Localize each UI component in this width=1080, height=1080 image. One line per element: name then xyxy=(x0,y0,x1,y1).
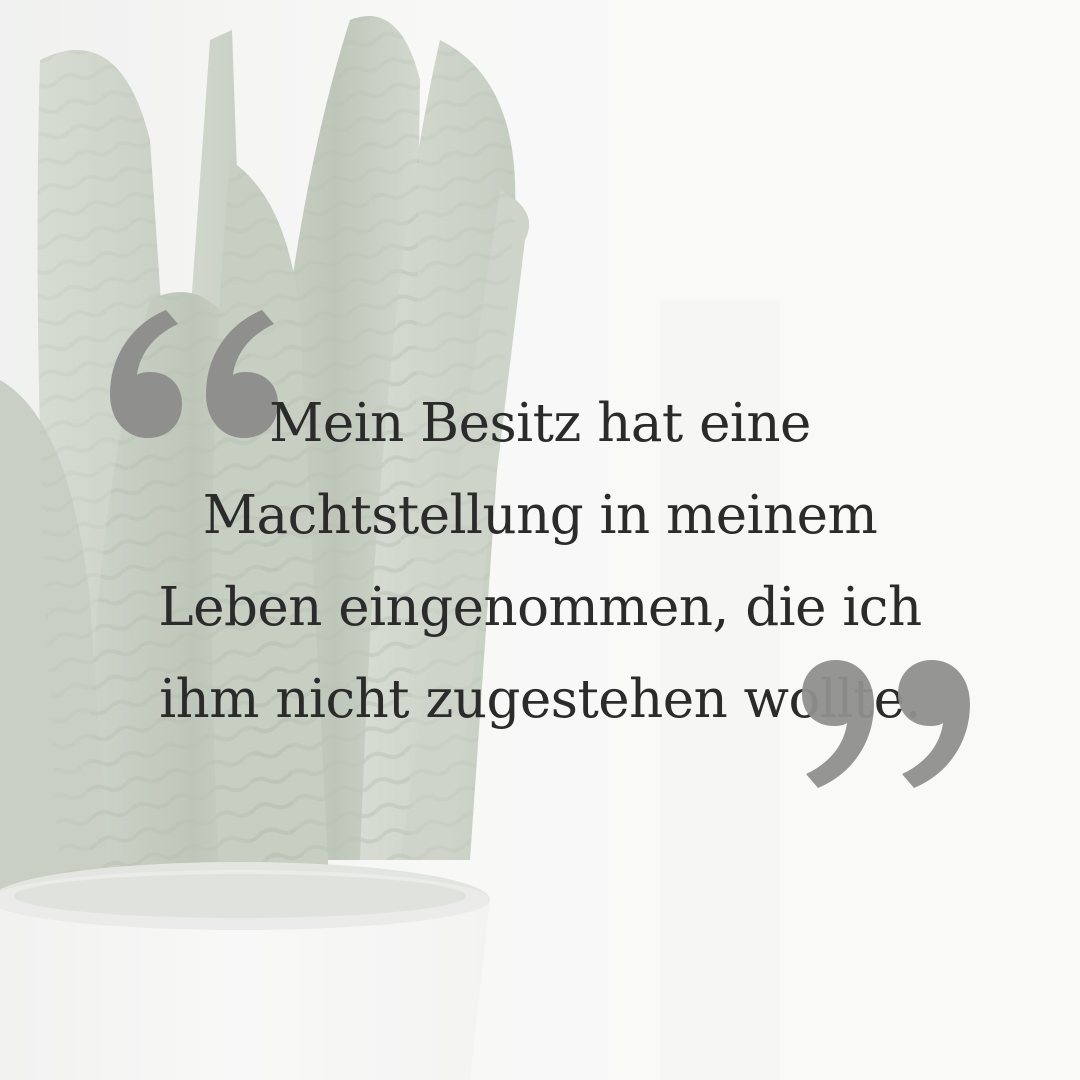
closing-quotation-mark-icon xyxy=(802,660,970,788)
quote-card: Mein Besitz hat eine Machtstellung in me… xyxy=(0,0,1080,1080)
quote-line-1: Mein Besitz hat eine xyxy=(269,393,811,454)
quote-line-3: Leben eingenommen, die ich xyxy=(158,577,922,638)
quote-line-2: Machtstellung in meinem xyxy=(202,485,878,546)
